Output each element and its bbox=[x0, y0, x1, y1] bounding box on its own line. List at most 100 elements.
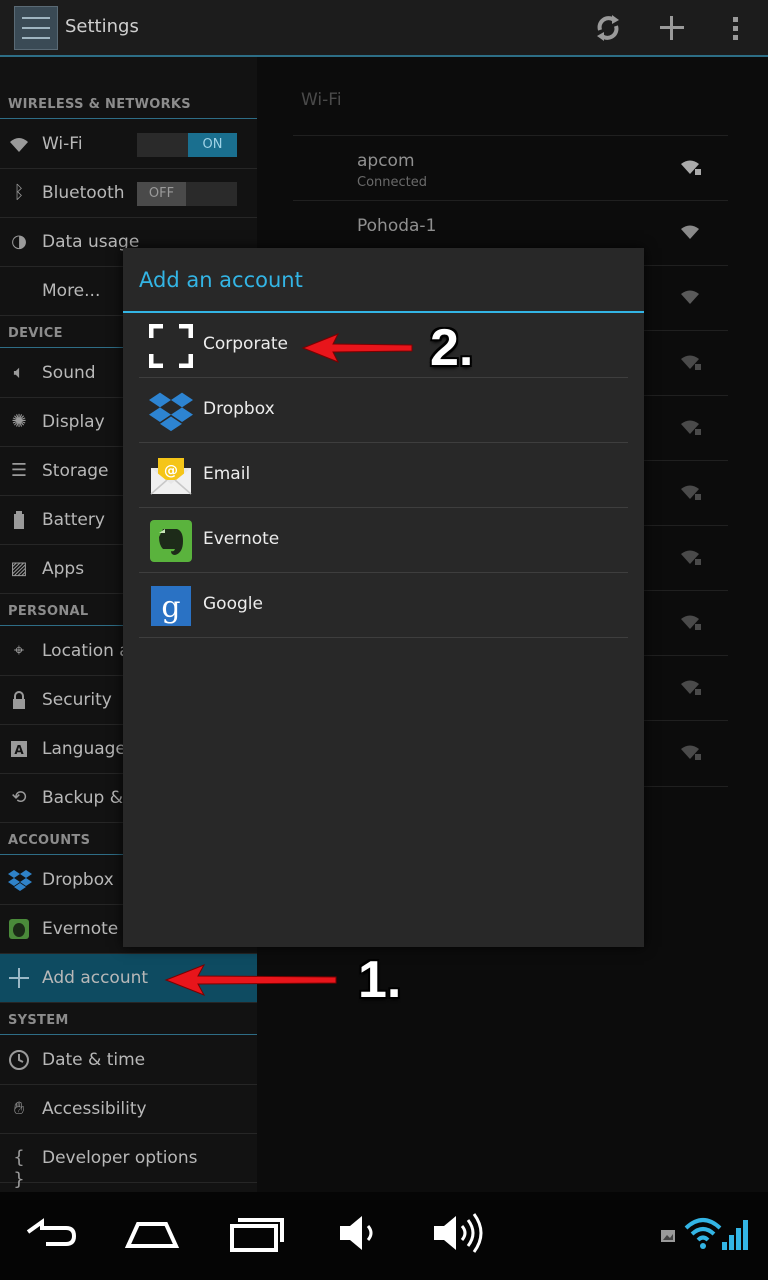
sidebar-item-developer-options[interactable]: { } Developer options bbox=[0, 1134, 257, 1190]
wifi-signal-icon bbox=[681, 160, 701, 175]
annotation-step-1: 1. bbox=[358, 951, 402, 1009]
wifi-toggle[interactable]: ON bbox=[137, 133, 237, 157]
section-header-personal: PERSONAL bbox=[8, 604, 89, 619]
signal-icon bbox=[722, 1220, 748, 1250]
google-icon: g bbox=[151, 586, 191, 626]
wifi-signal-icon bbox=[681, 680, 701, 695]
account-option-dropbox[interactable]: Dropbox bbox=[139, 378, 628, 443]
sidebar-item-accessibility[interactable]: ✋︎ Accessibility bbox=[0, 1085, 257, 1134]
settings-app-icon[interactable] bbox=[14, 6, 58, 50]
dropbox-icon bbox=[8, 869, 32, 891]
evernote-icon bbox=[150, 520, 192, 562]
sidebar-item-label: Evernote bbox=[42, 919, 119, 939]
wifi-icon bbox=[8, 133, 30, 155]
svg-text:g: g bbox=[161, 590, 180, 625]
annotation-step-2: 2. bbox=[430, 319, 474, 377]
braces-icon: { } bbox=[13, 1147, 25, 1190]
action-bar: Settings bbox=[0, 0, 768, 57]
wifi-network-row[interactable]: apcom Connected bbox=[293, 135, 728, 201]
sidebar-item-label: Battery bbox=[42, 510, 105, 530]
storage-icon: ☰ bbox=[10, 460, 28, 481]
overflow-menu-icon[interactable] bbox=[716, 8, 756, 48]
sidebar-item-wifi[interactable]: Wi-Fi ON bbox=[0, 120, 257, 169]
section-header-system: SYSTEM bbox=[8, 1013, 69, 1028]
sidebar-item-label: More... bbox=[42, 281, 101, 301]
wifi-signal-icon bbox=[681, 290, 699, 304]
account-option-label: Evernote bbox=[203, 529, 280, 549]
sidebar-item-label: Accessibility bbox=[42, 1099, 147, 1119]
wifi-signal-icon bbox=[681, 225, 699, 239]
dialog-title: Add an account bbox=[139, 268, 303, 292]
dropbox-icon bbox=[149, 392, 193, 432]
home-icon[interactable] bbox=[122, 1210, 182, 1256]
divider bbox=[0, 1034, 257, 1035]
lock-icon bbox=[8, 689, 30, 711]
divider bbox=[0, 118, 257, 119]
toggle-state: ON bbox=[188, 133, 237, 157]
sidebar-item-label: Bluetooth bbox=[42, 183, 125, 203]
wifi-signal-icon bbox=[681, 615, 701, 630]
evernote-icon bbox=[8, 918, 30, 940]
sidebar-item-label: Apps bbox=[42, 559, 85, 579]
sidebar-item-label: Developer options bbox=[42, 1148, 198, 1168]
language-icon: A bbox=[8, 738, 30, 760]
network-status: Connected bbox=[357, 175, 428, 190]
network-name: apcom bbox=[357, 151, 415, 171]
page-title: Settings bbox=[65, 16, 139, 37]
data-usage-icon: ◑ bbox=[11, 231, 27, 252]
wifi-signal-icon bbox=[681, 550, 701, 565]
backup-icon: ⟲ bbox=[11, 787, 27, 808]
sidebar-item-label: Sound bbox=[42, 363, 96, 383]
account-option-evernote[interactable]: Evernote bbox=[139, 508, 628, 573]
volume-down-icon[interactable] bbox=[328, 1210, 388, 1256]
sidebar-item-label: Location a bbox=[42, 641, 130, 661]
sidebar-item-label: Date & time bbox=[42, 1050, 146, 1070]
bluetooth-toggle[interactable]: OFF bbox=[137, 182, 237, 206]
section-header-accounts: ACCOUNTS bbox=[8, 833, 91, 848]
sidebar-item-bluetooth[interactable]: ᛒ Bluetooth OFF bbox=[0, 169, 257, 218]
sidebar-item-label: Language bbox=[42, 739, 126, 759]
wifi-signal-icon bbox=[681, 485, 701, 500]
wifi-signal-icon bbox=[681, 355, 701, 370]
sidebar-item-date-time[interactable]: Date & time bbox=[0, 1036, 257, 1085]
svg-text:@: @ bbox=[164, 463, 178, 479]
wifi-status-icon bbox=[684, 1218, 722, 1249]
system-nav-bar bbox=[0, 1192, 768, 1280]
account-option-google[interactable]: g Google bbox=[139, 573, 628, 638]
display-icon: ✺ bbox=[11, 411, 27, 432]
section-header-device: DEVICE bbox=[8, 326, 63, 341]
annotation-arrow-2 bbox=[301, 333, 413, 363]
sidebar-item-label: Dropbox bbox=[42, 870, 114, 890]
account-option-email[interactable]: @ Email bbox=[139, 443, 628, 508]
sidebar-item-label: Add account bbox=[42, 968, 149, 988]
sync-icon[interactable] bbox=[588, 8, 628, 48]
annotation-arrow-1 bbox=[164, 964, 337, 996]
recent-apps-icon[interactable] bbox=[226, 1210, 286, 1256]
clock-icon bbox=[8, 1049, 30, 1071]
location-icon: ⌖ bbox=[13, 640, 25, 661]
account-option-label: Google bbox=[203, 594, 263, 614]
wifi-panel-header: Wi-Fi bbox=[301, 90, 342, 110]
bluetooth-icon: ᛒ bbox=[13, 182, 25, 203]
account-option-label: Corporate bbox=[203, 334, 288, 354]
corporate-icon bbox=[149, 324, 193, 368]
section-header-wireless: WIRELESS & NETWORKS bbox=[8, 97, 191, 112]
email-icon: @ bbox=[150, 458, 192, 495]
sidebar-item-label: Storage bbox=[42, 461, 109, 481]
screenshot-icon bbox=[661, 1230, 675, 1242]
add-icon[interactable] bbox=[652, 8, 692, 48]
account-option-label: Email bbox=[203, 464, 251, 484]
svg-text:A: A bbox=[14, 743, 24, 757]
sidebar-item-label: Wi-Fi bbox=[42, 134, 83, 154]
sidebar-item-label: Backup & r bbox=[42, 788, 136, 808]
wifi-signal-icon bbox=[681, 745, 701, 760]
toggle-state: OFF bbox=[137, 182, 186, 206]
network-name: Pohoda-1 bbox=[357, 216, 437, 236]
wifi-signal-icon bbox=[681, 420, 701, 435]
apps-icon: ▨ bbox=[10, 558, 28, 579]
back-icon[interactable] bbox=[20, 1210, 80, 1256]
sound-icon: 🔈︎ bbox=[13, 362, 25, 383]
volume-up-icon[interactable] bbox=[428, 1210, 488, 1256]
sidebar-item-label: Security bbox=[42, 690, 112, 710]
account-option-label: Dropbox bbox=[203, 399, 275, 419]
